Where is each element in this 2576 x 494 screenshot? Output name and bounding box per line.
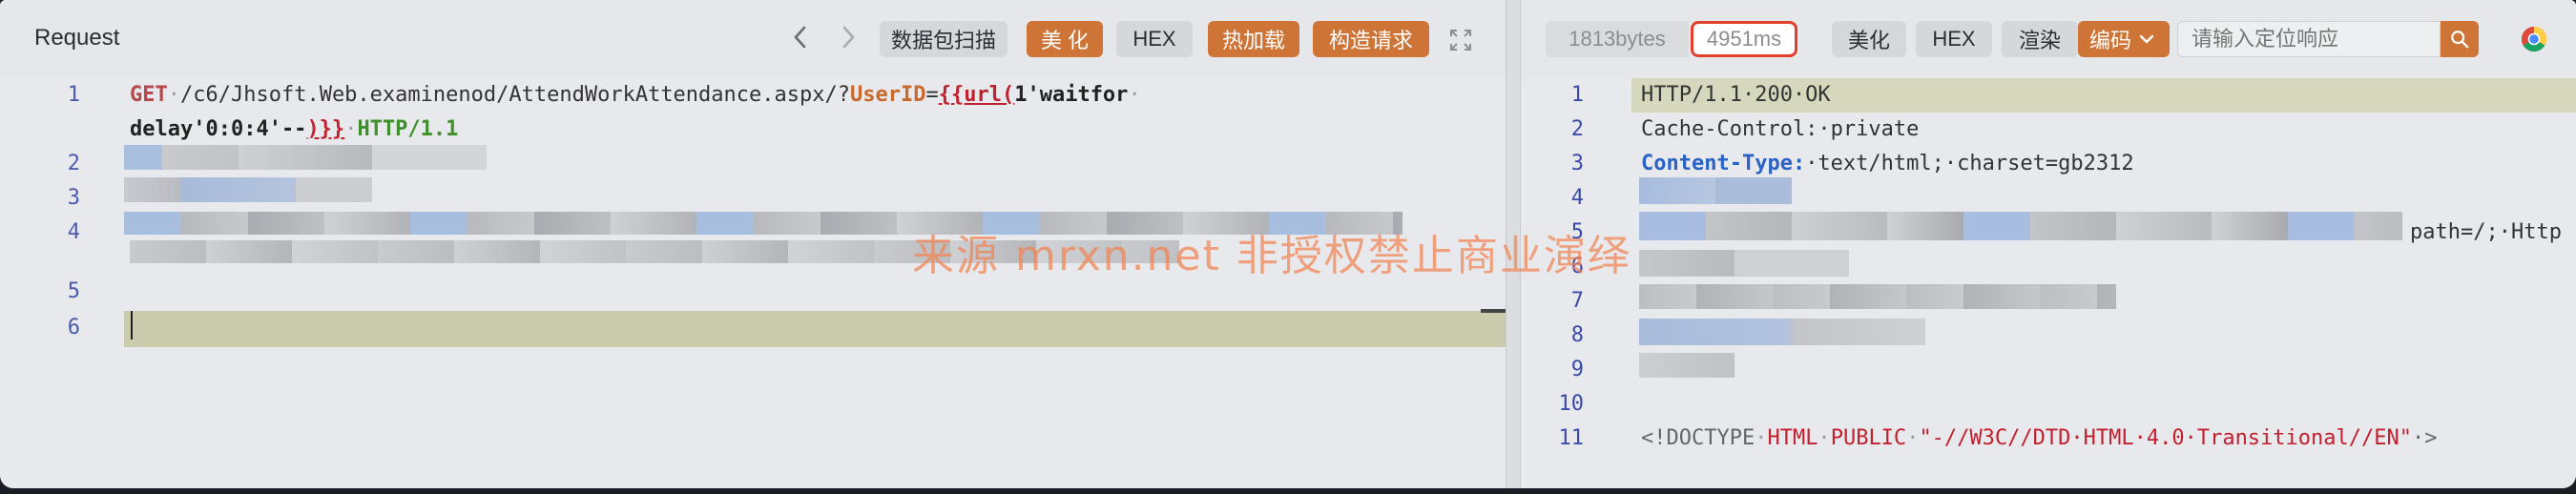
code-line: 1 GET·/c6/Jhsoft.Web.examinenod/AttendWo… xyxy=(0,78,1506,113)
encode-label: 编码 xyxy=(2089,29,2132,52)
response-editor[interactable]: 1 HTTP/1.1·200·OK 2 Cache-Control:·priva… xyxy=(1521,78,2576,488)
response-toolbar: 1813bytes 4951ms 美化 HEX 渲染 编码 xyxy=(1521,0,2576,78)
search-button[interactable] xyxy=(2441,21,2479,57)
code-line-wrapped: delay'0:0:4'--)}}·HTTP/1.1 xyxy=(0,113,1506,147)
beautify-button[interactable]: 美 化 xyxy=(1027,21,1103,57)
code-line: 10 xyxy=(1521,387,2576,422)
line-number: 9 xyxy=(1570,358,1584,381)
code-line: 6 xyxy=(0,311,1506,345)
doctype-open: <!DOCTYPE xyxy=(1641,426,1755,450)
chrome-icon[interactable] xyxy=(2521,26,2547,52)
forward-arrow-icon[interactable] xyxy=(836,21,861,53)
panel-title: Request xyxy=(34,25,120,51)
header-value: ·text/html;·charset=gb2312 xyxy=(1805,152,2134,175)
line-number: 7 xyxy=(1570,289,1584,313)
http-method: GET xyxy=(130,83,168,107)
redacted-block xyxy=(1639,319,1925,345)
line-number: 3 xyxy=(1570,152,1584,175)
doctype-public: PUBLIC xyxy=(1830,426,1907,450)
code-text: delay'0:0:4'--)}}·HTTP/1.1 xyxy=(130,117,459,141)
cookie-tail: path=/;·Http xyxy=(2410,220,2562,244)
redacted-block xyxy=(1639,353,1735,378)
header-line: Content-Type:·text/html;·charset=gb2312 xyxy=(1641,147,2134,181)
back-arrow-icon[interactable] xyxy=(788,21,813,53)
redacted-block xyxy=(1639,284,2116,309)
redacted-block xyxy=(1639,177,1792,204)
line-number: 5 xyxy=(67,279,80,303)
payload-text: 1'waitfor xyxy=(1014,83,1129,107)
line-number: 3 xyxy=(67,186,80,210)
redacted-block xyxy=(124,145,487,170)
line-number: 1 xyxy=(67,83,80,107)
status-line: HTTP/1.1·200·OK xyxy=(1641,83,1831,107)
doctype-line: <!DOCTYPE·HTML·PUBLIC·"-//W3C//DTD·HTML·… xyxy=(1641,426,2438,450)
construct-request-button[interactable]: 构造请求 xyxy=(1313,21,1429,57)
code-line: 11 <!DOCTYPE·HTML·PUBLIC·"-//W3C//DTD·HT… xyxy=(1521,422,2576,456)
line-number: 6 xyxy=(67,316,80,340)
request-path: /c6/Jhsoft.Web.examinenod/AttendWorkAtte… xyxy=(180,83,850,107)
expand-icon[interactable] xyxy=(1448,28,1473,52)
template-tag-open: {{url( xyxy=(938,83,1015,107)
header-line: Cache-Control:·private xyxy=(1641,117,1920,141)
template-tag-close: )}} xyxy=(306,117,345,141)
http-protocol: HTTP/1.1 xyxy=(357,117,459,141)
code-text: GET·/c6/Jhsoft.Web.examinenod/AttendWork… xyxy=(130,83,1141,107)
scroll-marker[interactable] xyxy=(1481,309,1506,313)
line-number: 10 xyxy=(1558,392,1585,416)
line-number: 4 xyxy=(67,220,80,244)
line-number: 2 xyxy=(1570,117,1584,141)
code-line: 1 HTTP/1.1·200·OK xyxy=(1521,78,2576,113)
query-param: UserID xyxy=(850,83,926,107)
watermark-text: 来源 mrxn.net 非授权禁止商业演绎 xyxy=(912,232,1631,280)
line-number: 8 xyxy=(1570,323,1584,347)
doctype-html: HTML xyxy=(1767,426,1818,450)
search-icon xyxy=(2451,31,2469,49)
line-number: 11 xyxy=(1558,426,1585,450)
response-hex-button[interactable]: HEX xyxy=(1916,21,1992,57)
redacted-block xyxy=(1639,212,2402,240)
redacted-block xyxy=(124,177,372,202)
doctype-close: ·> xyxy=(2412,426,2438,450)
redacted-block xyxy=(1639,250,1849,277)
render-button[interactable]: 渲染 xyxy=(2002,21,2078,57)
hot-load-button[interactable]: 热加载 xyxy=(1208,21,1299,57)
app-window: Request 数据包扫描 美 化 HEX 热加载 构造请求 1 GET·/c6 xyxy=(0,0,2576,488)
line-number: 2 xyxy=(67,152,80,175)
locate-response-input[interactable] xyxy=(2177,21,2441,57)
doctype-string: "-//W3C//DTD·HTML·4.0·Transitional//EN" xyxy=(1919,426,2412,450)
encode-dropdown[interactable]: 编码 xyxy=(2078,21,2170,57)
header-key: Content-Type: xyxy=(1641,152,1806,175)
payload-continuation: delay'0:0:4'-- xyxy=(130,117,307,141)
chevron-down-icon xyxy=(2139,34,2154,44)
code-line: 2 Cache-Control:·private xyxy=(1521,113,2576,147)
response-panel: 1813bytes 4951ms 美化 HEX 渲染 编码 请输入定位响应 1 … xyxy=(1521,0,2576,488)
response-size: 1813bytes xyxy=(1546,21,1689,57)
packet-scan-button[interactable]: 数据包扫描 xyxy=(880,21,1008,57)
line-number: 4 xyxy=(1570,186,1584,210)
equals-sign: = xyxy=(925,83,939,107)
text-cursor xyxy=(131,311,133,340)
hex-button[interactable]: HEX xyxy=(1116,21,1193,57)
response-time: 4951ms xyxy=(1691,21,1797,57)
code-line: 3 Content-Type:·text/html;·charset=gb231… xyxy=(1521,147,2576,181)
response-beautify-button[interactable]: 美化 xyxy=(1832,21,1906,57)
line-number: 1 xyxy=(1570,83,1584,107)
request-editor[interactable]: 1 GET·/c6/Jhsoft.Web.examinenod/AttendWo… xyxy=(0,78,1506,488)
request-toolbar: Request 数据包扫描 美 化 HEX 热加载 构造请求 xyxy=(0,0,1506,78)
